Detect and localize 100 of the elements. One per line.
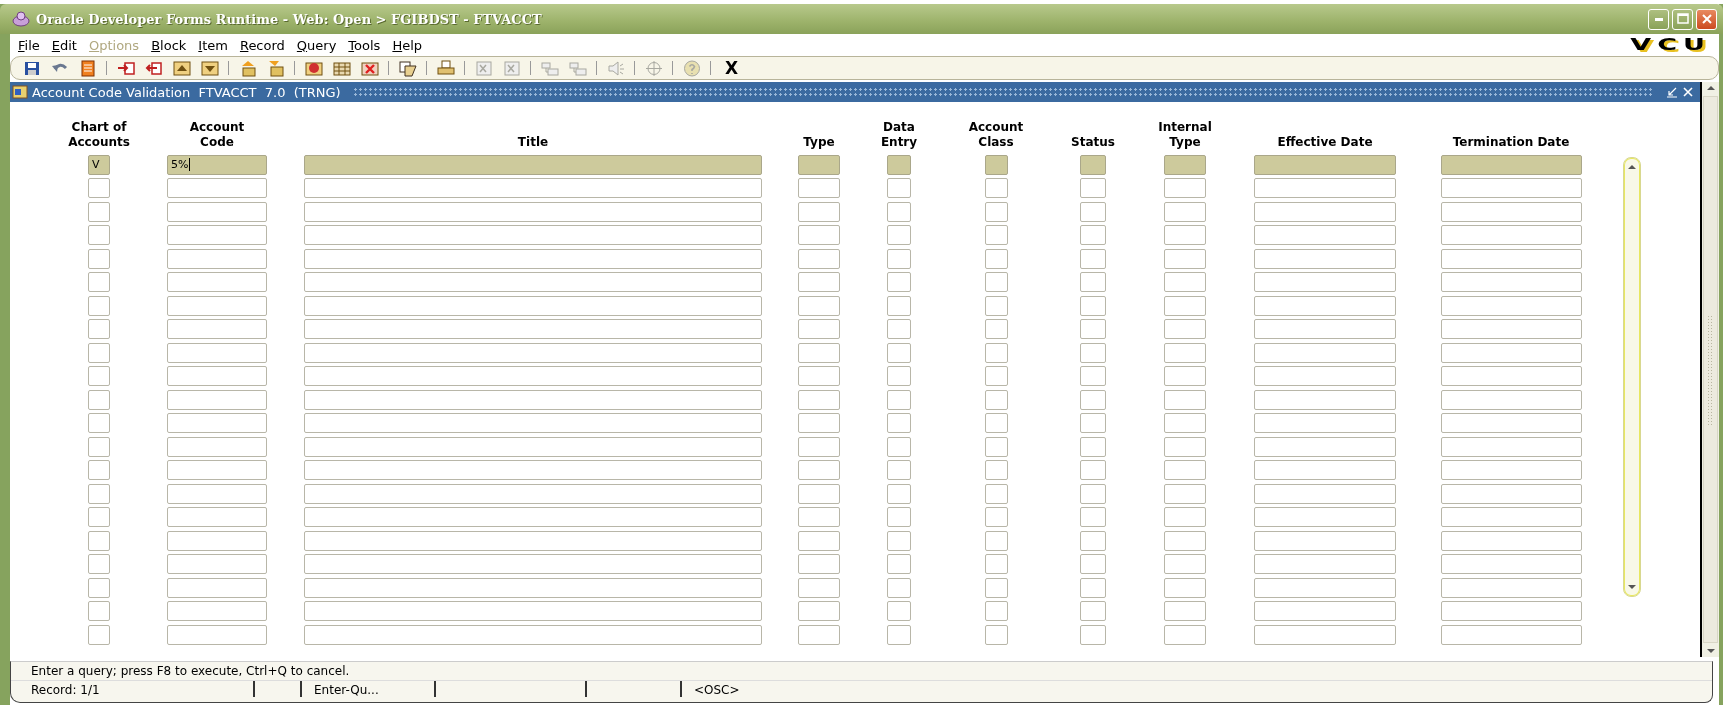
chart-field[interactable]: [88, 624, 110, 645]
data-entry-field[interactable]: [887, 460, 911, 480]
status-field[interactable]: [1080, 389, 1106, 410]
internal-type-field[interactable]: [1164, 436, 1206, 457]
termination-date-field[interactable]: [1440, 624, 1582, 645]
chart-field[interactable]: [88, 272, 110, 292]
type-field[interactable]: [798, 178, 840, 198]
effective-date-field[interactable]: [1254, 554, 1396, 574]
effective-date-field[interactable]: [1254, 460, 1396, 480]
status-field[interactable]: [1080, 272, 1106, 292]
account-class-field[interactable]: [984, 624, 1008, 645]
effective-date-field[interactable]: [1254, 483, 1396, 504]
title-field[interactable]: [304, 460, 762, 480]
cancel-table-icon[interactable]: [361, 59, 379, 77]
effective-date-field[interactable]: [1254, 624, 1396, 645]
account-class-field[interactable]: [984, 225, 1008, 245]
account-code-field[interactable]: [167, 460, 267, 480]
effective-date-field[interactable]: [1254, 295, 1396, 316]
menu-item[interactable]: Block: [145, 36, 193, 54]
internal-type-field[interactable]: [1164, 530, 1206, 551]
status-field[interactable]: [1080, 225, 1106, 245]
data-entry-field[interactable]: [887, 178, 911, 198]
internal-type-field[interactable]: [1164, 272, 1206, 292]
effective-date-field[interactable]: [1254, 366, 1396, 386]
data-entry-field[interactable]: [887, 483, 911, 504]
effective-date-field[interactable]: [1254, 342, 1396, 363]
data-entry-field[interactable]: [887, 436, 911, 457]
data-entry-field[interactable]: [887, 554, 911, 574]
chart-field[interactable]: [88, 248, 110, 269]
type-field[interactable]: [798, 624, 840, 645]
status-field[interactable]: [1080, 366, 1106, 386]
effective-date-field[interactable]: [1254, 248, 1396, 269]
title-field[interactable]: [304, 624, 762, 645]
status-field[interactable]: [1080, 413, 1106, 433]
type-field[interactable]: [798, 460, 840, 480]
account-class-field[interactable]: [984, 413, 1008, 433]
data-entry-field[interactable]: [887, 295, 911, 316]
chart-field[interactable]: [88, 389, 110, 410]
title-field[interactable]: [304, 507, 762, 527]
status-field[interactable]: [1080, 201, 1106, 222]
title-field[interactable]: [304, 154, 762, 175]
effective-date-field[interactable]: [1254, 436, 1396, 457]
effective-date-field[interactable]: [1254, 507, 1396, 527]
internal-type-field[interactable]: [1164, 601, 1206, 621]
title-field[interactable]: [304, 601, 762, 621]
title-field[interactable]: [304, 366, 762, 386]
title-field[interactable]: [304, 295, 762, 316]
status-field[interactable]: [1080, 319, 1106, 339]
data-entry-field[interactable]: [887, 624, 911, 645]
account-class-field[interactable]: [984, 178, 1008, 198]
account-code-field[interactable]: [167, 577, 267, 598]
account-class-field[interactable]: [984, 201, 1008, 222]
status-field[interactable]: [1080, 530, 1106, 551]
arrow-out-of-box-icon[interactable]: [145, 59, 163, 77]
account-class-field[interactable]: [984, 295, 1008, 316]
termination-date-field[interactable]: [1440, 154, 1582, 175]
chart-field[interactable]: [88, 507, 110, 527]
termination-date-field[interactable]: [1440, 178, 1582, 198]
status-field[interactable]: [1080, 507, 1106, 527]
status-field[interactable]: [1080, 248, 1106, 269]
chart-field[interactable]: [88, 530, 110, 551]
status-field[interactable]: [1080, 601, 1106, 621]
data-entry-field[interactable]: [887, 389, 911, 410]
internal-type-field[interactable]: [1164, 507, 1206, 527]
account-class-field[interactable]: [984, 342, 1008, 363]
account-class-field[interactable]: [984, 577, 1008, 598]
account-code-field[interactable]: [167, 601, 267, 621]
chart-field[interactable]: [88, 460, 110, 480]
termination-date-field[interactable]: [1440, 436, 1582, 457]
title-field[interactable]: [304, 413, 762, 433]
data-entry-field[interactable]: [887, 601, 911, 621]
title-field[interactable]: [304, 225, 762, 245]
chart-field[interactable]: [88, 413, 110, 433]
menu-item[interactable]: Edit: [45, 36, 83, 54]
title-field[interactable]: [304, 319, 762, 339]
menu-item[interactable]: File: [12, 36, 46, 54]
type-field[interactable]: [798, 389, 840, 410]
termination-date-field[interactable]: [1440, 248, 1582, 269]
menu-item[interactable]: Tools: [342, 36, 387, 54]
termination-date-field[interactable]: [1440, 577, 1582, 598]
status-field[interactable]: [1080, 554, 1106, 574]
effective-date-field[interactable]: [1254, 530, 1396, 551]
data-entry-field[interactable]: [887, 507, 911, 527]
menu-item[interactable]: Query: [290, 36, 343, 54]
account-class-field[interactable]: [984, 554, 1008, 574]
termination-date-field[interactable]: [1440, 389, 1582, 410]
status-field[interactable]: [1080, 436, 1106, 457]
internal-type-field[interactable]: [1164, 319, 1206, 339]
account-class-field[interactable]: [984, 436, 1008, 457]
type-field[interactable]: [798, 272, 840, 292]
type-field[interactable]: [798, 554, 840, 574]
account-code-field[interactable]: [167, 248, 267, 269]
title-field[interactable]: [304, 342, 762, 363]
minimize-button[interactable]: [1648, 8, 1669, 30]
termination-date-field[interactable]: [1440, 225, 1582, 245]
internal-type-field[interactable]: [1164, 201, 1206, 222]
termination-date-field[interactable]: [1440, 319, 1582, 339]
scrollbar[interactable]: [1623, 157, 1641, 597]
account-code-field[interactable]: [167, 507, 267, 527]
scroll-thumb[interactable]: [1703, 96, 1718, 643]
